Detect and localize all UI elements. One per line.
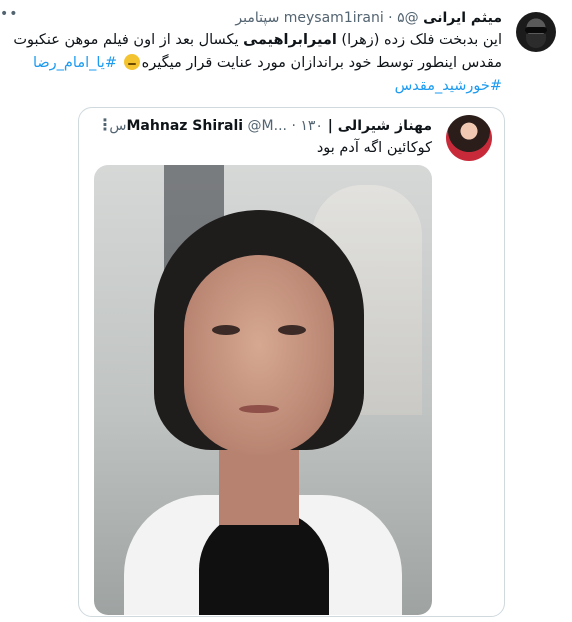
quoted-tweet-text: کوکائین اگه آدم بود bbox=[316, 140, 432, 156]
photo-face bbox=[184, 255, 334, 455]
quoted-author-avatar[interactable] bbox=[446, 115, 492, 161]
photo-mouth bbox=[239, 405, 279, 413]
quoted-tweet-header: مهناز شیرالی | Mahnaz Shirali @M... · ۱۳… bbox=[102, 116, 432, 136]
hashtag-link[interactable]: #خورشید_مقدس bbox=[395, 78, 502, 94]
hashtag-link[interactable]: #یا_امام_رضا bbox=[33, 55, 117, 71]
photo-black-top bbox=[199, 510, 329, 615]
tweet-text-bold-name: امیرابراهیمی bbox=[243, 32, 337, 48]
kebab-menu-icon[interactable]: ⋮ bbox=[97, 115, 113, 134]
tweet-text-part1: این بدبخت فلک زده (زهرا) bbox=[336, 32, 502, 48]
tweet-text-line2: مقدس اینطور توسط خود براندازان مورد عنای… bbox=[141, 55, 502, 71]
photo-neck bbox=[219, 445, 299, 525]
quoted-tweet-photo[interactable] bbox=[94, 165, 432, 615]
tweet-body: میثم ایرانی @meysam1irani · ۵ سپتامبر ای… bbox=[4, 8, 502, 98]
quoted-author-handle[interactable]: @M... bbox=[248, 118, 287, 134]
header-separator: · bbox=[388, 10, 393, 26]
neutral-face-emoji-icon bbox=[123, 54, 140, 70]
photo-left-eye bbox=[212, 325, 240, 335]
quoted-separator: · bbox=[291, 118, 296, 134]
tweet-text: این بدبخت فلک زده (زهرا) امیرابراهیمی یک… bbox=[4, 29, 502, 98]
author-avatar[interactable] bbox=[516, 12, 556, 52]
photo-right-eye bbox=[278, 325, 306, 335]
tweet-header: میثم ایرانی @meysam1irani · ۵ سپتامبر bbox=[4, 8, 502, 28]
avatar-glasses bbox=[525, 27, 547, 33]
author-name[interactable]: میثم ایرانی bbox=[423, 10, 502, 26]
quoted-tweet-card[interactable]: مهناز شیرالی | Mahnaz Shirali @M... · ۱۳… bbox=[78, 107, 505, 617]
tweet-text-part2: یکسال بعد از اون فیلم موهن عنکبوت bbox=[13, 32, 244, 48]
avatar-beard bbox=[526, 34, 546, 48]
